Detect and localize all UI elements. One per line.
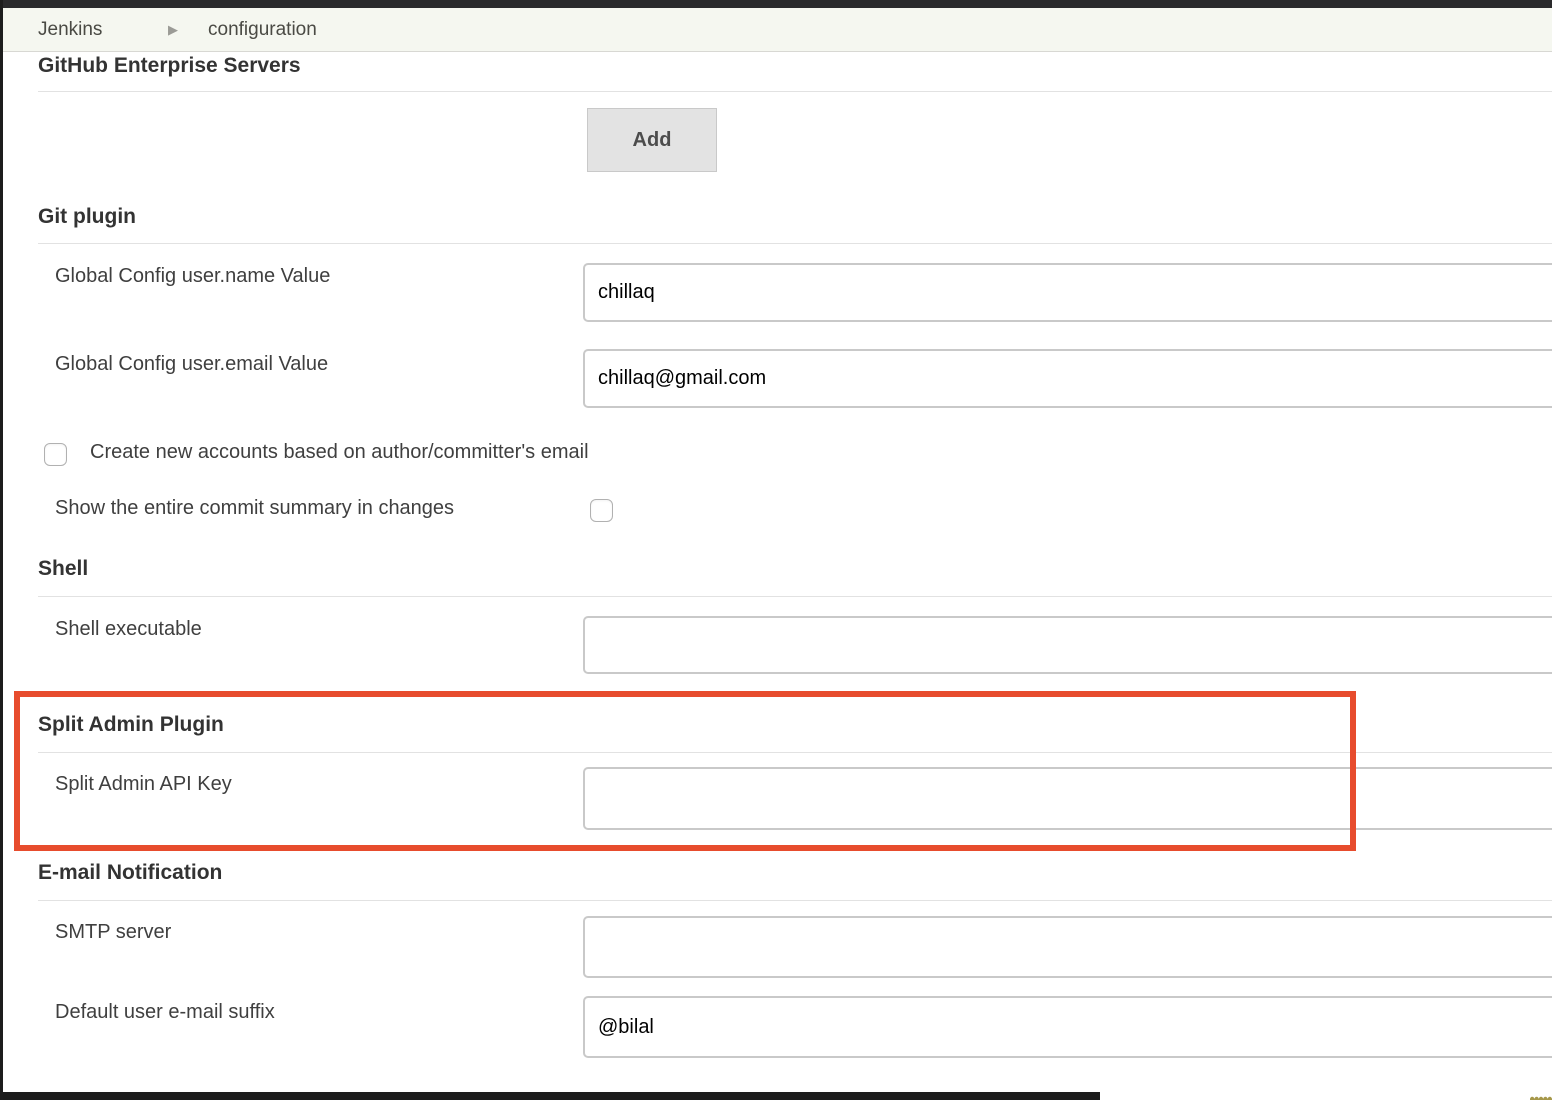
section-divider [38,243,1552,244]
smtp-server-label: SMTP server [55,921,171,944]
section-title-git-plugin: Git plugin [38,205,136,229]
breadcrumb: Jenkins ▶ configuration [0,8,1552,52]
split-admin-api-key-label: Split Admin API Key [55,773,232,796]
section-title-github-enterprise-servers: GitHub Enterprise Servers [38,54,301,78]
default-email-suffix-label: Default user e-mail suffix [55,1001,275,1024]
create-accounts-label: Create new accounts based on author/comm… [90,441,589,464]
section-divider [38,752,1552,753]
bottom-window-bar [0,1092,1100,1100]
global-config-useremail-label: Global Config user.email Value [55,353,328,376]
commit-summary-checkbox[interactable] [590,499,613,522]
create-accounts-checkbox[interactable] [44,443,67,466]
global-config-username-input[interactable] [583,263,1552,322]
add-github-server-button[interactable]: Add [587,108,717,172]
global-config-useremail-input[interactable] [583,349,1552,408]
gold-clipped-icon [1530,1091,1552,1100]
breadcrumb-jenkins-link[interactable]: Jenkins [38,8,102,51]
section-divider [38,596,1552,597]
commit-summary-label: Show the entire commit summary in change… [55,497,454,520]
section-divider [38,900,1552,901]
top-window-bar [0,0,1552,8]
shell-executable-input[interactable] [583,616,1552,674]
shell-executable-label: Shell executable [55,618,202,641]
default-email-suffix-input[interactable] [583,996,1552,1058]
left-window-edge [0,0,3,1100]
global-config-username-label: Global Config user.name Value [55,265,330,288]
section-divider [38,91,1552,92]
chevron-right-icon: ▶ [168,8,178,51]
split-admin-api-key-input[interactable] [583,767,1552,830]
section-title-shell: Shell [38,557,88,581]
section-title-split-admin-plugin: Split Admin Plugin [38,713,224,737]
jenkins-configuration-page: Jenkins ▶ configuration GitHub Enterpris… [0,0,1552,1100]
breadcrumb-configuration-link[interactable]: configuration [208,8,317,51]
section-title-email-notification: E-mail Notification [38,861,222,885]
smtp-server-input[interactable] [583,916,1552,978]
